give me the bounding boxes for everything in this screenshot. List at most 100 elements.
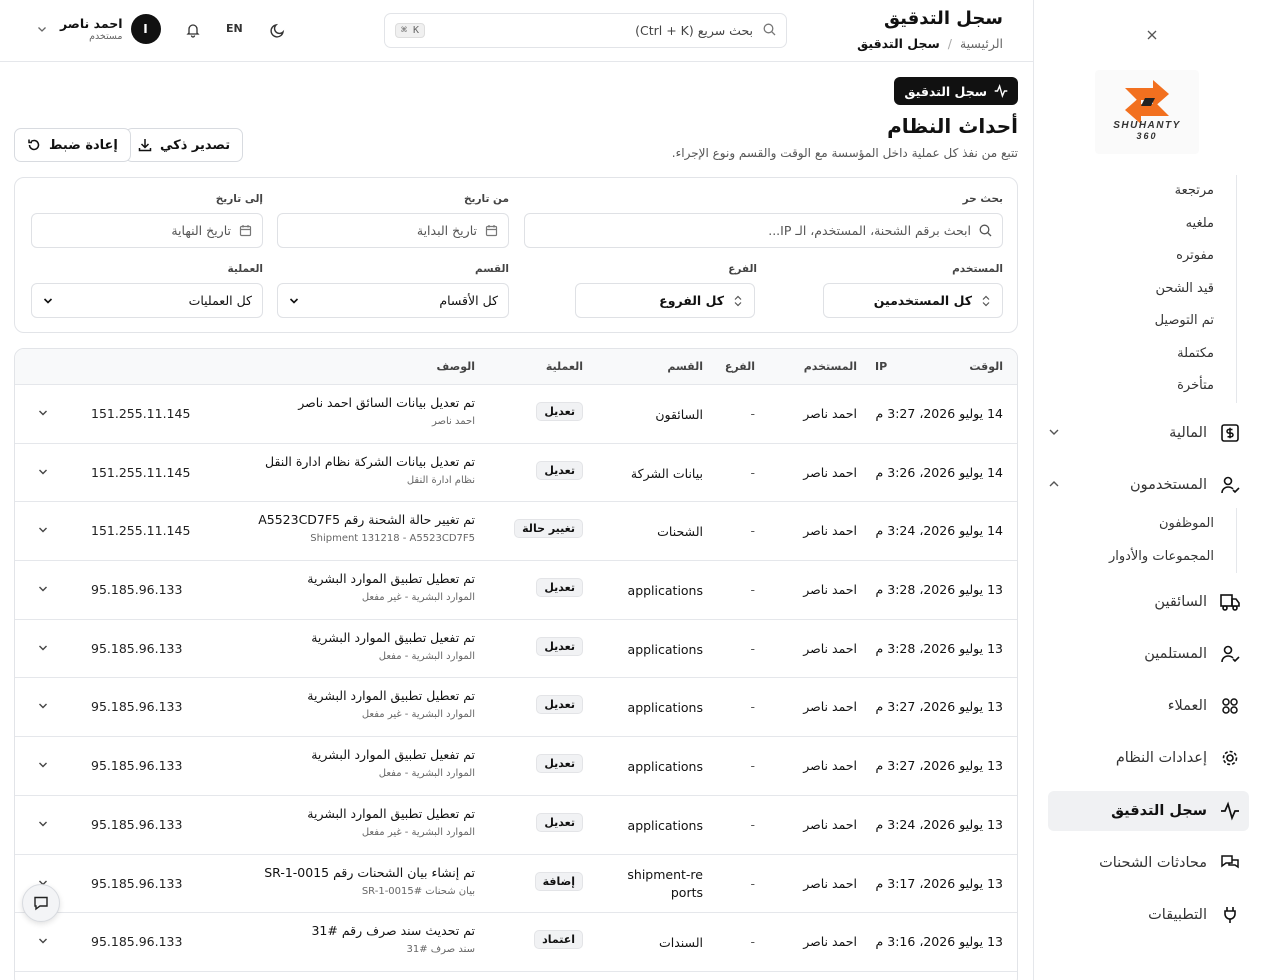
row-user: احمد ناصر — [803, 464, 857, 480]
message-icon — [33, 895, 49, 911]
row-description: تم تعديل بيانات السائق احمد ناصر احمد ناص… — [298, 395, 475, 427]
chevron-down-icon[interactable] — [37, 700, 49, 712]
breadcrumb: الرئيسية / سجل التدقيق — [857, 36, 1003, 51]
table-row[interactable]: 14 يوليو 2026، 3:24 م احمد ناصر - الشحنات تغ… — [15, 502, 1017, 562]
filter-from-date[interactable]: تاريخ البداية — [277, 213, 509, 248]
table-row[interactable]: 13 يوليو 2026، 3:16 م احمد ناصر - السندات اع… — [15, 913, 1017, 972]
section-badge: سجل التدقيق — [894, 77, 1018, 105]
table-row[interactable]: 13 يوليو 2026، 3:27 م احمد ناصر - applicati… — [15, 737, 1017, 796]
row-ip: 95.185.96.133 — [91, 875, 183, 891]
filter-from-placeholder: تاريخ البداية — [416, 223, 477, 238]
row-dept: applications — [627, 583, 703, 599]
user-menu[interactable]: احمد ناصر مستخدم I — [36, 14, 161, 44]
sidebar-item-receivers[interactable]: المستلمين — [1041, 634, 1241, 674]
filter-branch-label: الفرع — [728, 263, 757, 275]
language-toggle[interactable]: EN — [226, 22, 243, 35]
chevron-down-icon[interactable] — [37, 407, 49, 419]
table-row[interactable]: 13 يوليو 2026، 3:27 م احمد ناصر - applicati… — [15, 678, 1017, 738]
chevron-down-icon[interactable] — [37, 642, 49, 654]
row-desc-title: تم تعديل بيانات السائق احمد ناصر — [298, 395, 475, 410]
status-delayed[interactable]: متأخرة — [1057, 370, 1236, 403]
filter-branch-select[interactable]: كل الفروع — [575, 283, 755, 318]
table-row[interactable]: 13 يوليو 2026، 3:28 م احمد ناصر - applicati… — [15, 561, 1017, 620]
row-user: احمد ناصر — [803, 816, 857, 832]
row-user: احمد ناصر — [803, 934, 857, 950]
filter-search-input[interactable]: ابحث برقم الشحنة، المستخدم، الـ IP... — [524, 213, 1003, 248]
table-row[interactable]: 14 يوليو 2026، 3:27 م احمد ناصر - السائقون ت… — [15, 385, 1017, 444]
status-returned[interactable]: مرتجعة — [1057, 175, 1236, 208]
col-branch: الفرع — [724, 360, 755, 373]
chevron-down-icon[interactable] — [37, 466, 49, 478]
close-icon[interactable] — [1144, 28, 1160, 44]
row-time: 14 يوليو 2026، 3:24 م — [875, 523, 1003, 539]
quick-search[interactable]: بحث سريع (Ctrl + K) ⌘ K — [384, 13, 787, 48]
status-in-shipping[interactable]: قيد الشحن — [1057, 273, 1236, 306]
activity-icon — [1219, 800, 1241, 822]
chevron-down-icon — [288, 295, 300, 307]
filter-op-select[interactable]: كل العمليات — [31, 283, 263, 318]
sidebar-item-settings[interactable]: إعدادات النظام — [1041, 738, 1241, 778]
chat-fab[interactable] — [22, 884, 60, 922]
export-button[interactable]: تصدير ذكي — [125, 128, 244, 162]
status-delivered[interactable]: تم التوصيل — [1057, 305, 1236, 338]
filters-panel: بحث حر ابحث برقم الشحنة، المستخدم، الـ I… — [14, 177, 1018, 333]
chevron-down-icon[interactable] — [37, 818, 49, 830]
bell-icon[interactable] — [183, 20, 203, 40]
status-completed[interactable]: مكتملة — [1057, 338, 1236, 371]
row-user: احمد ناصر — [803, 699, 857, 715]
table-body: 14 يوليو 2026، 3:27 م احمد ناصر - السائقون ت… — [15, 385, 1017, 972]
sidebar-item-clients[interactable]: العملاء — [1041, 686, 1241, 726]
row-desc-title: تم تفعيل تطبيق الموارد البشرية — [311, 629, 475, 645]
operation-badge: تغيير حالة — [514, 519, 583, 539]
chevron-down-icon[interactable] — [37, 524, 49, 536]
row-description: تم تعطيل تطبيق الموارد البشرية الموارد ال… — [307, 806, 475, 838]
gear-icon — [1219, 747, 1241, 769]
table-row[interactable]: 13 يوليو 2026، 3:24 م احمد ناصر - applicati… — [15, 795, 1017, 855]
filter-user-label: المستخدم — [952, 263, 1003, 275]
sidebar-item-employees[interactable]: الموظفون — [1057, 508, 1236, 541]
row-branch: - — [750, 523, 755, 539]
filter-user-value: كل المستخدمين — [873, 293, 972, 308]
chevron-down-icon[interactable] — [37, 583, 49, 595]
row-dept: applications — [627, 641, 703, 657]
sidebar-item-groups-roles[interactable]: المجموعات والأدوار — [1057, 541, 1236, 574]
filter-user-select[interactable]: كل المستخدمين — [823, 283, 1003, 318]
operation-badge: اعتماد — [534, 930, 583, 950]
col-desc: الوصف — [436, 360, 475, 373]
keyboard-shortcut-badge: ⌘ K — [395, 23, 426, 38]
row-branch: - — [750, 699, 755, 715]
table-row[interactable]: 13 يوليو 2026، 3:28 م احمد ناصر - applicati… — [15, 619, 1017, 679]
moon-icon[interactable] — [268, 20, 288, 40]
sidebar-item-drivers[interactable]: السائقين — [1041, 582, 1241, 622]
sidebar-item-finance[interactable]: المالية — [1041, 413, 1241, 453]
col-dept: القسم — [667, 360, 703, 373]
col-time: الوقت — [969, 360, 1003, 373]
sidebar-item-label: المستلمين — [1144, 646, 1207, 662]
breadcrumb-home[interactable]: الرئيسية — [960, 36, 1003, 51]
download-icon — [138, 138, 152, 152]
row-desc-title: تم تغيير حالة الشحنة رقم A5523CD7F5 — [258, 512, 475, 528]
row-desc-title: تم تفعيل تطبيق الموارد البشرية — [311, 747, 475, 763]
filter-dept-select[interactable]: كل الأقسام — [277, 283, 509, 318]
row-desc-sub: نظام ادارة النقل — [406, 474, 475, 486]
chevron-down-icon — [36, 23, 48, 35]
chevron-down-icon[interactable] — [37, 759, 49, 771]
sidebar-item-audit-log[interactable]: سجل التدقيق — [1048, 791, 1249, 831]
section-subtitle: تتبع من نفذ كل عملية داخل المؤسسة مع الو… — [671, 146, 1018, 160]
sidebar-item-users[interactable]: المستخدمون — [1041, 465, 1241, 505]
col-op: العملية — [545, 360, 583, 373]
chevron-down-icon[interactable] — [37, 935, 49, 947]
status-invoiced[interactable]: مفوتره — [1057, 240, 1236, 273]
reset-label: إعادة ضبط — [49, 137, 118, 153]
status-cancelled[interactable]: ملغيه — [1057, 208, 1236, 241]
operation-badge: تعديل — [536, 754, 583, 774]
sidebar-item-apps[interactable]: التطبيقات — [1041, 895, 1241, 935]
row-time: 14 يوليو 2026، 3:26 م — [875, 464, 1003, 480]
row-desc-sub: الموارد البشرية - غير مفعل — [361, 826, 475, 838]
table-row[interactable]: 13 يوليو 2026، 3:17 م احمد ناصر - shipment-… — [15, 854, 1017, 914]
sidebar-item-shipment-conversations[interactable]: محادثات الشحنات — [1041, 843, 1241, 883]
operation-badge: تعديل — [536, 636, 583, 656]
filter-to-date[interactable]: تاريخ النهاية — [31, 213, 263, 248]
reset-button[interactable]: إعادة ضبط — [14, 128, 131, 162]
table-row[interactable]: 14 يوليو 2026، 3:26 م احمد ناصر - بيانات ال… — [15, 443, 1017, 503]
